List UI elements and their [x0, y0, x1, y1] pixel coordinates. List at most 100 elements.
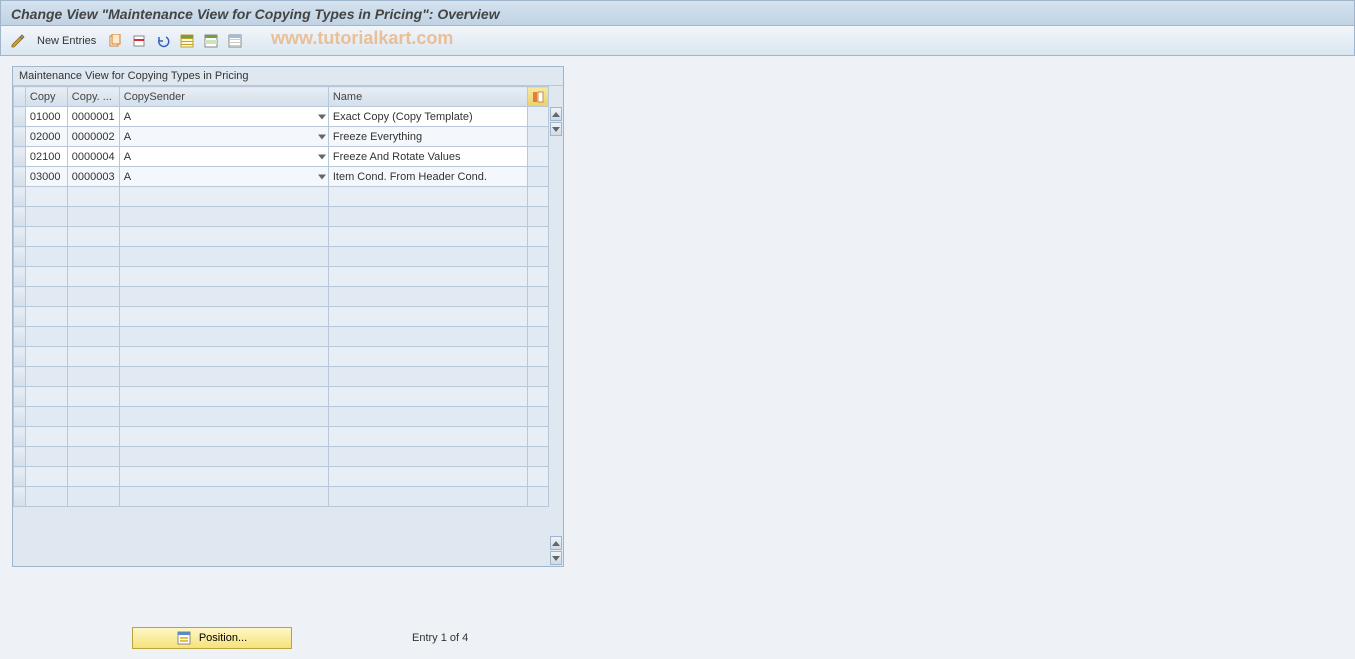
cell-blank: [67, 467, 119, 487]
cell-blank: [25, 207, 67, 227]
table-row: [14, 207, 549, 227]
scroll-up-button-bottom[interactable]: [550, 536, 562, 550]
cell-blank: [527, 127, 548, 147]
row-selector[interactable]: [14, 227, 26, 247]
cell-sender[interactable]: A: [119, 167, 328, 187]
dropdown-icon[interactable]: [318, 134, 326, 139]
deselect-all-icon[interactable]: [226, 32, 244, 50]
row-selector[interactable]: [14, 347, 26, 367]
scroll-up-button[interactable]: [550, 107, 562, 121]
cell-blank: [328, 247, 527, 267]
cell-blank: [25, 247, 67, 267]
dropdown-icon[interactable]: [318, 114, 326, 119]
cell-blank: [527, 387, 548, 407]
row-selector[interactable]: [14, 367, 26, 387]
cell-blank: [25, 187, 67, 207]
cell-blank: [119, 247, 328, 267]
cell-name: Freeze And Rotate Values: [328, 147, 527, 167]
page-title: Change View "Maintenance View for Copyin…: [0, 0, 1355, 26]
cell-blank: [527, 247, 548, 267]
cell-blank: [119, 387, 328, 407]
vertical-scrollbar[interactable]: [549, 86, 563, 566]
table-row: [14, 467, 549, 487]
row-selector[interactable]: [14, 127, 26, 147]
undo-icon[interactable]: [154, 32, 172, 50]
cell-blank: [328, 207, 527, 227]
cell-blank: [328, 487, 527, 507]
scroll-down-button-bottom[interactable]: [550, 551, 562, 565]
row-selector[interactable]: [14, 387, 26, 407]
position-button[interactable]: Position...: [132, 627, 292, 649]
cell-blank: [119, 427, 328, 447]
position-icon: [177, 631, 191, 645]
table-row: [14, 427, 549, 447]
row-selector[interactable]: [14, 467, 26, 487]
cell-sender[interactable]: A: [119, 147, 328, 167]
row-selector[interactable]: [14, 207, 26, 227]
row-selector[interactable]: [14, 267, 26, 287]
table-row: [14, 247, 549, 267]
cell-blank: [25, 367, 67, 387]
cell-blank: [119, 407, 328, 427]
cell-sender-value: A: [124, 151, 131, 163]
position-label: Position...: [199, 632, 247, 644]
dropdown-icon[interactable]: [318, 174, 326, 179]
cell-blank: [67, 367, 119, 387]
cell-copy[interactable]: 02100: [25, 147, 67, 167]
header-copy[interactable]: Copy: [25, 87, 67, 107]
cell-sender-value: A: [124, 171, 131, 183]
cell-copy2[interactable]: 0000002: [67, 127, 119, 147]
row-selector[interactable]: [14, 187, 26, 207]
row-selector[interactable]: [14, 107, 26, 127]
header-name[interactable]: Name: [328, 87, 527, 107]
cell-copy[interactable]: 02000: [25, 127, 67, 147]
select-block-icon[interactable]: [202, 32, 220, 50]
cell-sender[interactable]: A: [119, 127, 328, 147]
row-selector[interactable]: [14, 247, 26, 267]
cell-copy[interactable]: 03000: [25, 167, 67, 187]
cell-copy2[interactable]: 0000001: [67, 107, 119, 127]
cell-copy2[interactable]: 0000003: [67, 167, 119, 187]
dropdown-icon[interactable]: [318, 154, 326, 159]
row-selector[interactable]: [14, 407, 26, 427]
row-selector[interactable]: [14, 427, 26, 447]
cell-blank: [328, 347, 527, 367]
new-entries-button[interactable]: New Entries: [33, 33, 100, 49]
cell-blank: [67, 487, 119, 507]
select-all-icon[interactable]: [178, 32, 196, 50]
cell-blank: [527, 447, 548, 467]
cell-blank: [67, 387, 119, 407]
row-selector[interactable]: [14, 287, 26, 307]
cell-blank: [67, 187, 119, 207]
cell-blank: [527, 327, 548, 347]
cell-copy2[interactable]: 0000004: [67, 147, 119, 167]
cell-blank: [527, 107, 548, 127]
cell-blank: [25, 487, 67, 507]
cell-blank: [328, 267, 527, 287]
cell-blank: [328, 307, 527, 327]
cell-blank: [527, 147, 548, 167]
cell-blank: [119, 187, 328, 207]
row-selector[interactable]: [14, 447, 26, 467]
header-copy2[interactable]: Copy. ...: [67, 87, 119, 107]
cell-blank: [67, 267, 119, 287]
row-selector[interactable]: [14, 327, 26, 347]
scroll-track[interactable]: [549, 137, 563, 535]
cell-copy[interactable]: 01000: [25, 107, 67, 127]
toggle-edit-icon[interactable]: [9, 32, 27, 50]
row-selector[interactable]: [14, 147, 26, 167]
row-selector[interactable]: [14, 487, 26, 507]
cell-blank: [25, 227, 67, 247]
cell-blank: [119, 227, 328, 247]
row-selector[interactable]: [14, 307, 26, 327]
header-config-icon[interactable]: [527, 87, 548, 107]
cell-sender[interactable]: A: [119, 107, 328, 127]
copy-icon[interactable]: [106, 32, 124, 50]
cell-blank: [527, 427, 548, 447]
header-sender[interactable]: CopySender: [119, 87, 328, 107]
cell-blank: [527, 287, 548, 307]
row-selector[interactable]: [14, 167, 26, 187]
cell-blank: [25, 327, 67, 347]
scroll-down-button[interactable]: [550, 122, 562, 136]
delete-icon[interactable]: [130, 32, 148, 50]
